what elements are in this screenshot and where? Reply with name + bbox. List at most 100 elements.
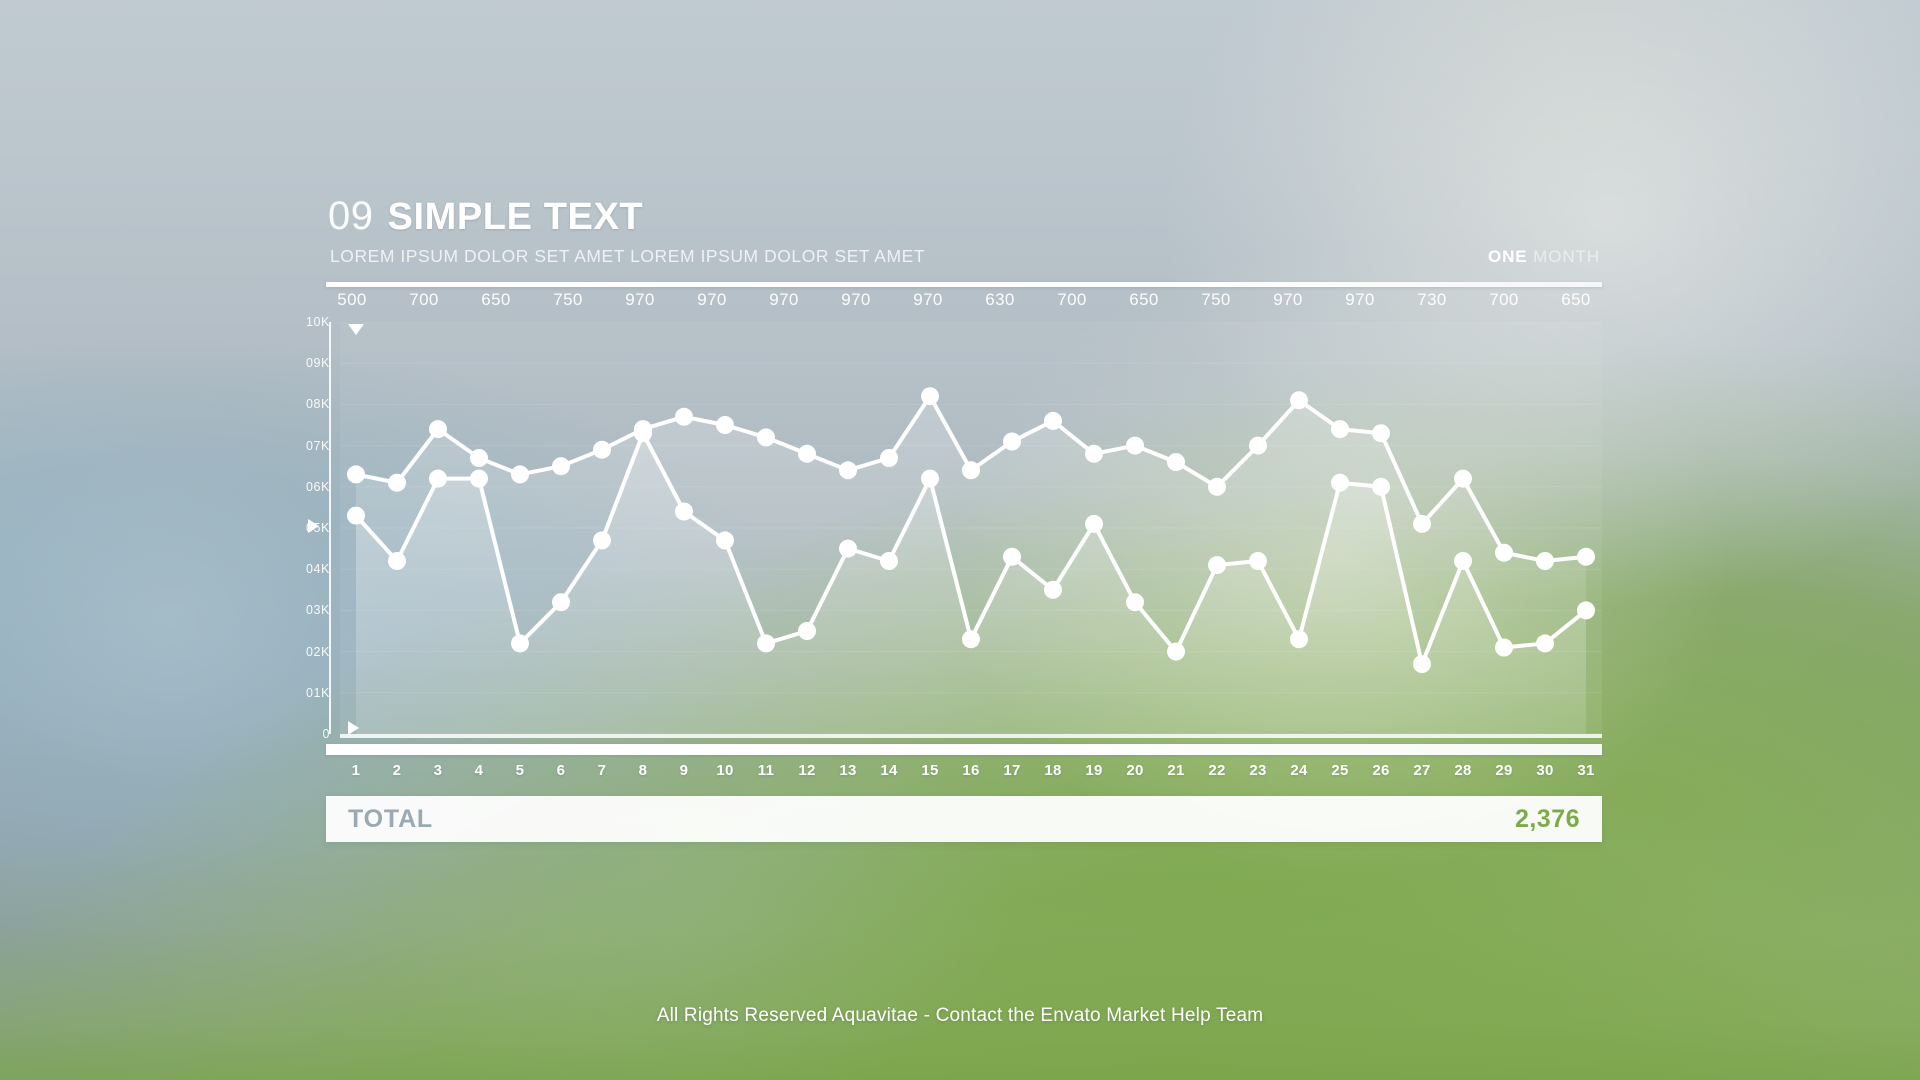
x-axis-tick: 15 bbox=[921, 762, 939, 779]
data-point[interactable] bbox=[470, 469, 488, 488]
data-point[interactable] bbox=[880, 449, 898, 467]
data-point[interactable] bbox=[511, 634, 529, 653]
data-point[interactable] bbox=[1208, 556, 1226, 575]
header-divider bbox=[326, 282, 1602, 287]
value-label: 700 bbox=[1489, 290, 1519, 309]
data-point[interactable] bbox=[593, 440, 611, 459]
x-axis-tick: 29 bbox=[1495, 762, 1513, 779]
data-point[interactable] bbox=[1044, 580, 1062, 599]
data-point[interactable] bbox=[1495, 638, 1513, 657]
data-point[interactable] bbox=[1577, 547, 1595, 566]
y-axis-tick: 04K bbox=[305, 562, 330, 577]
data-point[interactable] bbox=[1126, 593, 1144, 612]
data-point[interactable] bbox=[1495, 543, 1513, 562]
data-point[interactable] bbox=[798, 444, 816, 463]
title-number: 09 bbox=[328, 194, 374, 238]
data-point[interactable] bbox=[839, 461, 857, 480]
data-point[interactable] bbox=[552, 457, 570, 476]
period-indicator[interactable]: ONE MONTH bbox=[1488, 247, 1600, 267]
x-axis-tick: 21 bbox=[1167, 762, 1185, 779]
plot-baseline bbox=[340, 734, 1602, 738]
data-point[interactable] bbox=[880, 552, 898, 570]
x-axis-tick: 16 bbox=[962, 762, 980, 779]
data-point[interactable] bbox=[1577, 601, 1595, 620]
data-point[interactable] bbox=[1331, 420, 1349, 439]
data-point[interactable] bbox=[1372, 477, 1390, 496]
value-label: 650 bbox=[1129, 290, 1159, 309]
data-point[interactable] bbox=[921, 387, 939, 406]
data-point[interactable] bbox=[1290, 391, 1308, 410]
data-point[interactable] bbox=[1085, 444, 1103, 463]
data-point[interactable] bbox=[1372, 424, 1390, 443]
data-point[interactable] bbox=[1167, 453, 1185, 472]
value-label: 970 bbox=[841, 290, 871, 309]
data-point[interactable] bbox=[716, 416, 734, 434]
data-point[interactable] bbox=[839, 539, 857, 558]
value-label: 650 bbox=[481, 290, 511, 309]
data-point[interactable] bbox=[1454, 552, 1472, 570]
data-point[interactable] bbox=[1413, 514, 1431, 533]
screen: 09 SIMPLE TEXT LOREM IPSUM DOLOR SET AME… bbox=[0, 0, 1920, 1080]
data-point[interactable] bbox=[347, 506, 365, 525]
x-axis-tick: 12 bbox=[798, 762, 816, 779]
data-point[interactable] bbox=[757, 428, 775, 447]
value-label: 700 bbox=[1057, 290, 1087, 309]
data-point[interactable] bbox=[1003, 432, 1021, 451]
y-axis-tick: 02K bbox=[305, 644, 330, 659]
data-point[interactable] bbox=[1249, 436, 1267, 455]
subtitle: LOREM IPSUM DOLOR SET AMET LOREM IPSUM D… bbox=[330, 246, 926, 266]
data-point[interactable] bbox=[798, 622, 816, 640]
x-axis-tick: 11 bbox=[757, 762, 775, 779]
value-label: 970 bbox=[1273, 290, 1303, 309]
data-point[interactable] bbox=[1536, 552, 1554, 570]
x-axis-tick: 26 bbox=[1372, 762, 1390, 779]
x-axis-tick: 19 bbox=[1085, 762, 1103, 779]
x-axis-tick: 31 bbox=[1577, 762, 1595, 779]
data-point[interactable] bbox=[1167, 642, 1185, 661]
x-axis-tick: 7 bbox=[597, 762, 607, 779]
data-point[interactable] bbox=[962, 630, 980, 649]
data-point[interactable] bbox=[675, 502, 693, 521]
value-label: 970 bbox=[769, 290, 799, 309]
data-point[interactable] bbox=[1249, 552, 1267, 570]
data-point[interactable] bbox=[1413, 655, 1431, 673]
data-point[interactable] bbox=[1454, 469, 1472, 488]
data-point[interactable] bbox=[634, 424, 652, 443]
value-label: 630 bbox=[985, 290, 1015, 309]
data-point[interactable] bbox=[962, 461, 980, 480]
data-point[interactable] bbox=[1536, 634, 1554, 653]
data-point[interactable] bbox=[757, 634, 775, 653]
data-point[interactable] bbox=[1331, 473, 1349, 492]
triangle-right-icon-mid bbox=[308, 519, 319, 533]
x-axis-tick: 23 bbox=[1249, 762, 1267, 779]
data-point[interactable] bbox=[429, 420, 447, 439]
data-point[interactable] bbox=[921, 469, 939, 488]
x-axis-tick: 17 bbox=[1003, 762, 1021, 779]
value-label: 500 bbox=[337, 290, 367, 309]
x-axis-tick: 24 bbox=[1290, 762, 1308, 779]
data-point[interactable] bbox=[1085, 514, 1103, 533]
value-label: 970 bbox=[1345, 290, 1375, 309]
data-point[interactable] bbox=[1126, 436, 1144, 455]
y-axis-line bbox=[329, 322, 331, 734]
data-point[interactable] bbox=[1003, 547, 1021, 566]
data-point[interactable] bbox=[429, 469, 447, 488]
x-axis-tick: 14 bbox=[880, 762, 898, 779]
data-point[interactable] bbox=[675, 407, 693, 426]
data-point[interactable] bbox=[347, 465, 365, 484]
x-axis-tick: 20 bbox=[1126, 762, 1144, 779]
data-point[interactable] bbox=[388, 552, 406, 570]
data-point[interactable] bbox=[470, 449, 488, 467]
x-axis-tick: 9 bbox=[679, 762, 689, 779]
data-point[interactable] bbox=[388, 473, 406, 492]
data-point[interactable] bbox=[1208, 477, 1226, 496]
data-point[interactable] bbox=[593, 531, 611, 550]
data-point[interactable] bbox=[552, 593, 570, 612]
plot-area[interactable] bbox=[340, 322, 1602, 734]
y-axis-tick: 06K bbox=[305, 479, 330, 494]
y-axis-tick: 09K bbox=[305, 356, 330, 371]
data-point[interactable] bbox=[1044, 411, 1062, 430]
data-point[interactable] bbox=[716, 531, 734, 550]
data-point[interactable] bbox=[1290, 630, 1308, 649]
data-point[interactable] bbox=[511, 465, 529, 484]
